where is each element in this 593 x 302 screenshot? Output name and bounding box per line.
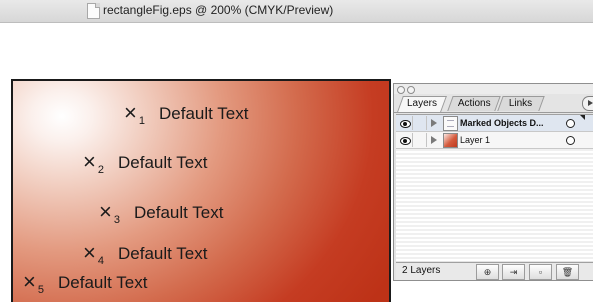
eye-icon <box>400 137 411 145</box>
palette-footer: 2 Layers ⊕ ⇥ ▫ 🗑 <box>396 262 593 280</box>
expand-triangle-icon[interactable] <box>431 119 437 127</box>
text-line-5[interactable]: × 5 Default Text <box>23 269 148 300</box>
document-title-bar: rectangleFig.eps @ 200% (CMYK/Preview) <box>0 0 593 23</box>
tab-actions[interactable]: Actions <box>447 96 501 111</box>
default-text: Default Text <box>133 203 224 222</box>
x-mark-glyph: × <box>99 199 112 224</box>
default-text: Default Text <box>117 153 208 172</box>
layer-row-marked-objects[interactable]: Marked Objects D... <box>396 115 593 132</box>
layer-thumbnail <box>443 133 458 148</box>
text-line-4[interactable]: × 4 Default Text <box>83 240 208 271</box>
new-layer-icon[interactable]: ▫ <box>529 264 552 280</box>
subscript: 3 <box>113 214 120 226</box>
palette-menu-icon[interactable] <box>582 96 593 111</box>
visibility-toggle[interactable] <box>398 116 413 130</box>
layers-palette: Layers Actions Links Marked Objects D...… <box>393 83 593 281</box>
current-layer-marker-icon <box>580 115 585 120</box>
text-line-1[interactable]: × 1 Default Text <box>124 100 249 131</box>
palette-title-bar[interactable] <box>394 84 593 94</box>
layer-thumbnail <box>443 116 458 131</box>
layer-row-layer-1[interactable]: Layer 1 <box>396 132 593 149</box>
x-mark-glyph: × <box>83 240 96 265</box>
x-mark-glyph: × <box>23 269 36 294</box>
clipping-mask-icon[interactable]: ⊕ <box>476 264 499 280</box>
subscript: 1 <box>138 115 145 127</box>
text-line-3[interactable]: × 3 Default Text <box>99 199 224 230</box>
subscript: 5 <box>37 284 44 296</box>
default-text: Default Text <box>158 104 249 123</box>
text-line-2[interactable]: × 2 Default Text <box>83 149 208 180</box>
close-palette-button[interactable] <box>397 86 405 94</box>
default-text: Default Text <box>117 244 208 263</box>
x-mark-glyph: × <box>83 149 96 174</box>
layer-name: Marked Objects D... <box>460 118 544 128</box>
new-sublayer-icon[interactable]: ⇥ <box>502 264 525 280</box>
layer-count: 2 Layers <box>402 265 441 276</box>
lock-toggle[interactable] <box>414 133 427 147</box>
layer-name: Layer 1 <box>460 135 491 145</box>
expand-triangle-icon[interactable] <box>431 136 437 144</box>
default-text: Default Text <box>57 273 148 292</box>
lock-toggle[interactable] <box>414 116 427 130</box>
trash-icon[interactable]: 🗑 <box>556 264 579 280</box>
visibility-toggle[interactable] <box>398 133 413 147</box>
subscript: 4 <box>97 255 104 267</box>
tab-links[interactable]: Links <box>497 96 545 111</box>
tab-layers[interactable]: Layers <box>397 96 447 112</box>
target-circle-icon[interactable] <box>566 119 575 128</box>
document-title: rectangleFig.eps @ 200% (CMYK/Preview) <box>103 3 334 17</box>
collapse-palette-button[interactable] <box>407 86 415 94</box>
eps-file-icon <box>87 3 100 19</box>
eye-icon <box>400 120 411 128</box>
subscript: 2 <box>97 164 104 176</box>
x-mark-glyph: × <box>124 100 137 125</box>
layers-list: Marked Objects D... Layer 1 <box>396 114 593 261</box>
gradient-rectangle[interactable]: × 1 Default Text × 2 Default Text × 3 Default … <box>11 79 391 302</box>
target-circle-icon[interactable] <box>566 136 575 145</box>
palette-tabs: Layers Actions Links <box>394 94 593 113</box>
